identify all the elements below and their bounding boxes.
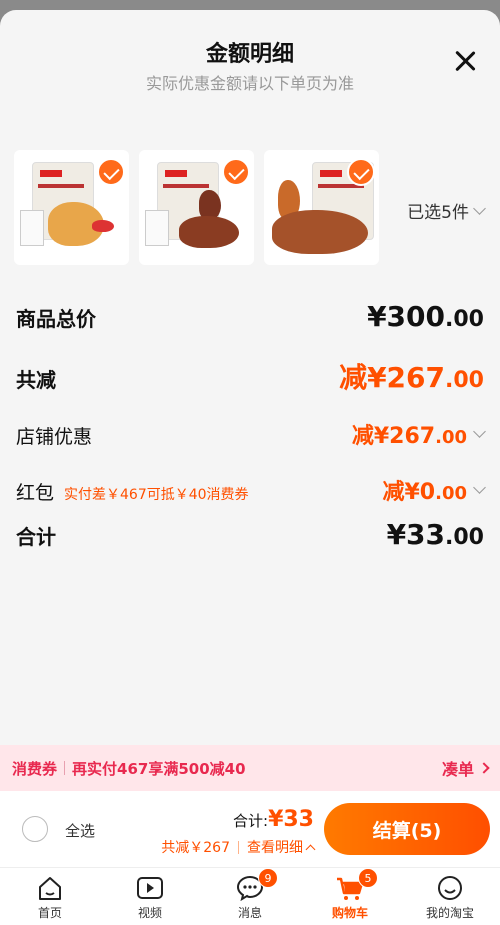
coupon-tag: 消费券 [12, 759, 58, 778]
red-packet-label: 红包 [16, 482, 55, 504]
red-packet-hint: 实付差￥467可抵￥40消费券 [64, 487, 249, 503]
cart-badge: 5 [358, 868, 378, 888]
tab-cart[interactable]: 5 购物车 [300, 868, 400, 925]
checkout-reduce-text: 共减￥267 [161, 840, 230, 856]
checkout-bar: 全选 合计: ¥33 共减￥267 查看明细 结算(5) [0, 791, 500, 867]
checkout-total-amount: ¥33 [268, 807, 314, 832]
checkmark-icon[interactable] [222, 158, 250, 186]
checkout-detail: 共减￥267 查看明细 [161, 837, 316, 857]
sum-value: ¥33.00 [386, 518, 484, 551]
home-icon [39, 877, 61, 900]
select-all-label[interactable]: 全选 [65, 820, 95, 841]
divider [64, 761, 66, 775]
tab-label: 购物车 [331, 906, 368, 920]
sheet-subtitle: 实际优惠金额请以下单页为准 [145, 74, 354, 93]
sheet-title: 金额明细 [205, 42, 294, 67]
amount-detail-sheet: 金额明细 实际优惠金额请以下单页为准 已选5件 商品总价 ¥300.00 共减 … [0, 10, 500, 745]
coupon-promo-bar[interactable]: 消费券 再实付467享满500减40 凑单 [0, 745, 500, 791]
chevron-down-icon [473, 425, 486, 438]
total-price-label: 商品总价 [16, 307, 96, 331]
sum-label: 合计 [16, 525, 56, 549]
tab-video[interactable]: 视频 [100, 868, 200, 925]
product-thumbnail[interactable] [139, 150, 254, 265]
tab-home[interactable]: 首页 [0, 868, 100, 925]
close-icon[interactable] [450, 46, 480, 76]
row-store-discount[interactable]: 店铺优惠 减¥267.00 [16, 418, 486, 450]
view-detail-link[interactable]: 查看明细 [247, 837, 316, 857]
chevron-up-icon [305, 844, 316, 854]
coupon-promo-text: 再实付467享满500减40 [72, 759, 246, 778]
tab-label: 首页 [37, 906, 62, 920]
product-thumbnail[interactable] [14, 150, 129, 265]
red-packet-value: 减¥0.00 [382, 480, 467, 505]
row-red-packet[interactable]: 红包 实付差￥467可抵￥40消费券 减¥0.00 [16, 474, 486, 506]
checkout-total: 合计: ¥33 [233, 807, 314, 832]
store-discount-value: 减¥267.00 [351, 424, 467, 449]
chevron-right-icon [478, 762, 490, 774]
selected-count-label: 已选5件 [407, 203, 469, 223]
video-icon [137, 877, 163, 899]
checkmark-icon[interactable] [97, 158, 125, 186]
tab-label: 我的淘宝 [425, 906, 474, 920]
row-total-reduce: 共减 减¥267.00 [16, 356, 484, 396]
checkout-total-prefix: 合计: [233, 812, 269, 830]
select-all-checkbox[interactable] [22, 816, 48, 842]
tab-messages[interactable]: 9 消息 [200, 868, 300, 925]
tab-my-taobao[interactable]: 我的淘宝 [400, 868, 500, 925]
add-items-link[interactable]: 凑单 [442, 756, 490, 780]
checkmark-icon[interactable] [347, 158, 375, 186]
tab-label: 消息 [237, 906, 262, 920]
selected-count-toggle[interactable]: 已选5件 [407, 198, 486, 223]
chevron-down-icon [473, 481, 486, 494]
row-sum: 合计 ¥33.00 [16, 518, 484, 551]
store-discount-label: 店铺优惠 [16, 426, 93, 448]
product-thumbnails [14, 150, 379, 265]
total-reduce-value: 减¥267.00 [339, 361, 484, 394]
profile-icon [438, 876, 462, 900]
checkout-button[interactable]: 结算(5) [324, 803, 490, 855]
total-reduce-label: 共减 [16, 368, 56, 392]
messages-badge: 9 [258, 868, 278, 888]
divider [238, 840, 239, 854]
row-total-price: 商品总价 ¥300.00 [16, 300, 484, 333]
bottom-tab-bar: 首页 视频 9 消息 5 购物车 我的淘宝 [0, 867, 500, 925]
tab-label: 视频 [137, 906, 162, 920]
total-price-value: ¥300.00 [367, 300, 484, 333]
product-thumbnail[interactable] [264, 150, 379, 265]
chevron-down-icon [473, 201, 486, 215]
